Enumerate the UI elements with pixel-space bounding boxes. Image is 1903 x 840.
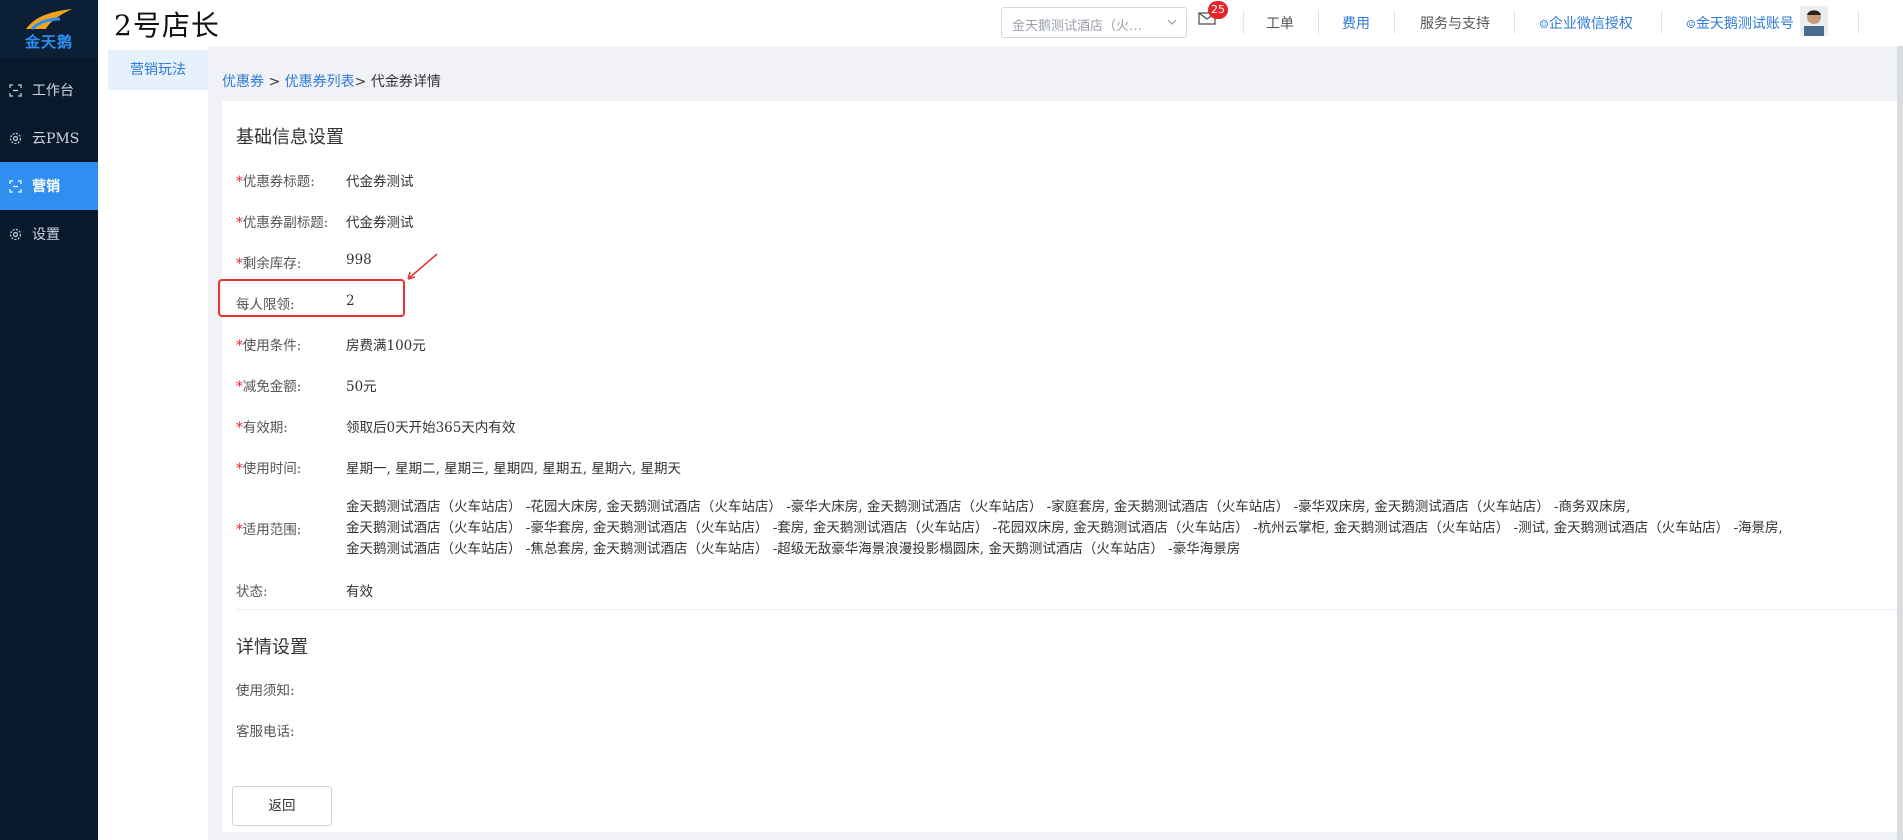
scope-line: 金天鹅测试酒店（火车站店） -豪华套房, 金天鹅测试酒店（火车站店） -套房, … — [346, 520, 1783, 536]
annotation-arrow-icon — [407, 253, 438, 280]
swan-logo-icon — [26, 8, 72, 30]
subnav-item-marketing-play[interactable]: 营销玩法 — [108, 50, 208, 90]
divider — [1858, 10, 1859, 34]
sidebar-item-cloud-pms[interactable]: 云PMS — [0, 114, 98, 162]
gear-icon — [8, 131, 22, 145]
nav-account-label: 金天鹅测试账号 — [1695, 16, 1794, 32]
divider — [1661, 10, 1662, 34]
logo-text: 金天鹅 — [24, 32, 73, 51]
hotel-select-value: 金天鹅测试酒店（火… — [1012, 19, 1143, 34]
sidebar-item-label: 营销 — [32, 179, 60, 195]
breadcrumb-coupon-list[interactable]: 优惠券列表 — [285, 74, 355, 90]
field-label: *有效期: — [236, 420, 288, 436]
field-label: 客服电话: — [236, 724, 295, 740]
scope-line: 金天鹅测试酒店（火车站店） -焦总套房, 金天鹅测试酒店（火车站店） -超级无敌… — [346, 541, 1241, 557]
field-label: *减免金额: — [236, 379, 302, 395]
field-label: *剩余库存: — [236, 256, 302, 272]
sidebar: 金天鹅 工作台 云PMS 营销 设置 — [0, 0, 98, 840]
notification-badge: 25 — [1208, 1, 1228, 19]
nav-account[interactable]: ☺金天鹅测试账号 — [1686, 13, 1794, 33]
divider — [1394, 10, 1395, 34]
detail-panel: 基础信息设置 *优惠券标题: 代金券测试 *优惠券副标题: 代金券测试 *剩余库… — [222, 101, 1902, 832]
field-label: *适用范围: — [236, 522, 302, 538]
app-title: 2号店长 — [114, 9, 220, 42]
user-icon: ☺ — [1539, 18, 1549, 31]
scrollbar[interactable] — [1897, 46, 1903, 840]
nav-wechat-auth[interactable]: ☺企业微信授权 — [1539, 13, 1633, 33]
sidebar-item-workbench[interactable]: 工作台 — [0, 66, 98, 114]
breadcrumb: 优惠券 > 优惠券列表> 代金券详情 — [222, 71, 441, 91]
sidebar-item-label: 云PMS — [32, 131, 80, 147]
nav-wechat-auth-label: 企业微信授权 — [1548, 16, 1633, 32]
field-label: 使用须知: — [236, 683, 295, 699]
field-value: 998 — [346, 252, 372, 268]
breadcrumb-current: 代金券详情 — [370, 74, 441, 90]
field-label: *优惠券副标题: — [236, 215, 329, 231]
nav-service-support[interactable]: 服务与支持 — [1420, 13, 1490, 33]
nav-fees[interactable]: 费用 — [1342, 13, 1370, 33]
field-value: 50元 — [346, 379, 377, 395]
field-value: 房费满100元 — [346, 338, 426, 354]
divider — [1514, 10, 1515, 34]
field-value: 星期一, 星期二, 星期三, 星期四, 星期五, 星期六, 星期天 — [346, 461, 681, 477]
secondary-nav: 营销玩法 — [98, 46, 208, 840]
field-value: 领取后0天开始365天内有效 — [346, 420, 516, 436]
basic-info-title: 基础信息设置 — [236, 127, 344, 148]
brand-logo[interactable]: 金天鹅 — [0, 0, 98, 58]
sidebar-item-settings[interactable]: 设置 — [0, 210, 98, 258]
marketing-icon — [8, 179, 22, 193]
field-value: 代金券测试 — [346, 215, 414, 231]
scope-value: 金天鹅测试酒店（火车站店） -花园大床房, 金天鹅测试酒店（火车站店） -豪华大… — [346, 497, 1886, 560]
sidebar-item-label: 工作台 — [32, 83, 74, 99]
workbench-icon — [8, 83, 22, 97]
field-label: *使用条件: — [236, 338, 302, 354]
divider — [1318, 10, 1319, 34]
breadcrumb-coupons[interactable]: 优惠券 — [222, 74, 264, 90]
breadcrumb-separator: > — [354, 74, 371, 90]
gear-icon — [8, 227, 22, 241]
hotel-select[interactable]: 金天鹅测试酒店（火… — [1001, 7, 1187, 38]
field-label: *使用时间: — [236, 461, 302, 477]
breadcrumb-separator: > — [264, 74, 285, 90]
chevron-down-icon — [1166, 16, 1178, 32]
back-button[interactable]: 返回 — [232, 786, 332, 826]
section-divider — [236, 609, 1902, 610]
scope-line: 金天鹅测试酒店（火车站店） -花园大床房, 金天鹅测试酒店（火车站店） -豪华大… — [346, 499, 1631, 515]
sidebar-item-label: 设置 — [32, 227, 60, 243]
avatar[interactable] — [1800, 6, 1828, 36]
detail-settings-title: 详情设置 — [236, 637, 308, 658]
sidebar-item-marketing[interactable]: 营销 — [0, 162, 98, 210]
highlight-box — [218, 279, 405, 317]
user-icon: ☺ — [1686, 18, 1696, 31]
field-label: 状态: — [236, 584, 268, 600]
nav-workorder[interactable]: 工单 — [1266, 13, 1294, 33]
field-value: 有效 — [346, 584, 373, 600]
field-value: 代金券测试 — [346, 174, 414, 190]
divider — [1243, 10, 1244, 34]
top-header: 2号店长 金天鹅测试酒店（火… 25 工单 费用 服务与支持 ☺企业微信授权 ☺… — [98, 0, 1903, 46]
field-label: *优惠券标题: — [236, 174, 315, 190]
